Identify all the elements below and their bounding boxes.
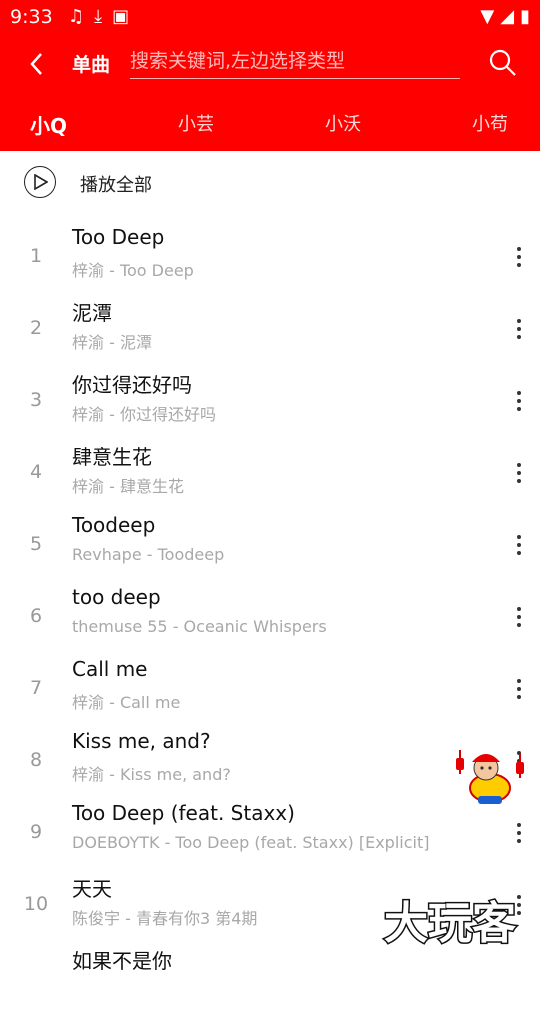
- back-icon[interactable]: [24, 50, 52, 78]
- song-index: 10: [23, 893, 49, 915]
- search-field[interactable]: [130, 46, 460, 79]
- tab-xiaoq[interactable]: 小Q: [30, 110, 67, 139]
- song-meta: 梓渝 - 肆意生花: [72, 477, 184, 496]
- song-meta: DOEBOYTK - Too Deep (feat. Staxx) [Expli…: [72, 833, 430, 852]
- more-icon[interactable]: [510, 531, 528, 563]
- search-icon[interactable]: [488, 48, 518, 78]
- tab-xiaoyun[interactable]: 小芸: [178, 110, 214, 136]
- song-title: 肆意生花: [72, 445, 152, 469]
- app-bar: 单曲: [0, 36, 540, 92]
- song-index: 1: [29, 245, 43, 267]
- song-meta: 陈俊宇 - 青春有你3 第4期: [72, 909, 258, 928]
- list-item[interactable]: 5 Toodeep Revhape - Toodeep: [0, 511, 540, 583]
- song-title: 天天: [72, 877, 112, 901]
- mascot-sticker-icon[interactable]: [452, 744, 528, 806]
- song-meta: 梓渝 - Call me: [72, 693, 181, 712]
- song-title: Too Deep (feat. Staxx): [72, 801, 295, 825]
- song-title: 泥潭: [72, 301, 112, 325]
- list-item[interactable]: 7 Call me 梓渝 - Call me: [0, 655, 540, 727]
- watermark-logo: 大玩客: [370, 894, 530, 951]
- song-title: 你过得还好吗: [72, 373, 192, 397]
- more-icon[interactable]: [510, 243, 528, 275]
- download-icon: ⤓: [94, 6, 103, 27]
- status-time: 9:33: [10, 6, 53, 28]
- song-index: 4: [29, 461, 43, 483]
- list-item[interactable]: 3 你过得还好吗 梓渝 - 你过得还好吗: [0, 367, 540, 439]
- more-icon[interactable]: [510, 603, 528, 635]
- song-title: Call me: [72, 657, 148, 681]
- song-title: Too Deep: [72, 225, 165, 249]
- song-index: 3: [29, 389, 43, 411]
- list-item[interactable]: 4 肆意生花 梓渝 - 肆意生花: [0, 439, 540, 511]
- more-icon[interactable]: [510, 819, 528, 851]
- song-meta: 梓渝 - Too Deep: [72, 261, 194, 280]
- song-meta: themuse 55 - Oceanic Whispers: [72, 617, 327, 636]
- svg-text:大玩客: 大玩客: [384, 898, 516, 949]
- song-index: 7: [29, 677, 43, 699]
- search-input[interactable]: [130, 46, 460, 76]
- more-icon[interactable]: [510, 675, 528, 707]
- tab-bar: 小Q 小芸 小沃 小苟: [0, 100, 540, 142]
- page-title: 单曲: [72, 54, 111, 76]
- list-item[interactable]: 如果不是你: [0, 943, 540, 1015]
- list-item[interactable]: 9 Too Deep (feat. Staxx) DOEBOYTK - Too …: [0, 799, 540, 871]
- song-meta: 梓渝 - Kiss me, and?: [72, 765, 231, 784]
- list-item[interactable]: 2 泥潭 梓渝 - 泥潭: [0, 295, 540, 367]
- song-index: 2: [29, 317, 43, 339]
- list-item[interactable]: 1 Too Deep 梓渝 - Too Deep: [0, 223, 540, 295]
- song-title: too deep: [72, 585, 161, 609]
- song-index: 5: [29, 533, 43, 555]
- signal-icon: ◢: [500, 6, 515, 27]
- play-all-label: 播放全部: [80, 175, 152, 196]
- tab-xiaowo[interactable]: 小沃: [325, 110, 361, 136]
- more-icon[interactable]: [510, 459, 528, 491]
- a-icon: ▣: [112, 6, 130, 27]
- song-index: 9: [29, 821, 43, 843]
- song-meta: 梓渝 - 泥潭: [72, 333, 152, 352]
- song-title: Toodeep: [72, 513, 156, 537]
- list-item[interactable]: 6 too deep themuse 55 - Oceanic Whispers: [0, 583, 540, 655]
- more-icon[interactable]: [510, 315, 528, 347]
- play-icon[interactable]: [24, 166, 56, 198]
- more-icon[interactable]: [510, 387, 528, 419]
- status-bar: 9:33 ♫ ⤓ ▣ ▼ ◢ ▮: [0, 0, 540, 36]
- wifi-icon: ▼: [480, 6, 495, 27]
- song-index: 6: [29, 605, 43, 627]
- tab-xiaogou[interactable]: 小苟: [472, 110, 508, 136]
- play-all-row[interactable]: 播放全部: [0, 151, 540, 213]
- battery-icon: ▮: [520, 6, 530, 27]
- header-bar: 9:33 ♫ ⤓ ▣ ▼ ◢ ▮ 单曲 小Q 小芸 小沃 小苟: [0, 0, 540, 151]
- song-index: 8: [29, 749, 43, 771]
- song-title: Kiss me, and?: [72, 729, 211, 753]
- song-meta: 梓渝 - 你过得还好吗: [72, 405, 216, 424]
- song-meta: Revhape - Toodeep: [72, 545, 225, 564]
- music-note-icon: ♫: [68, 6, 85, 27]
